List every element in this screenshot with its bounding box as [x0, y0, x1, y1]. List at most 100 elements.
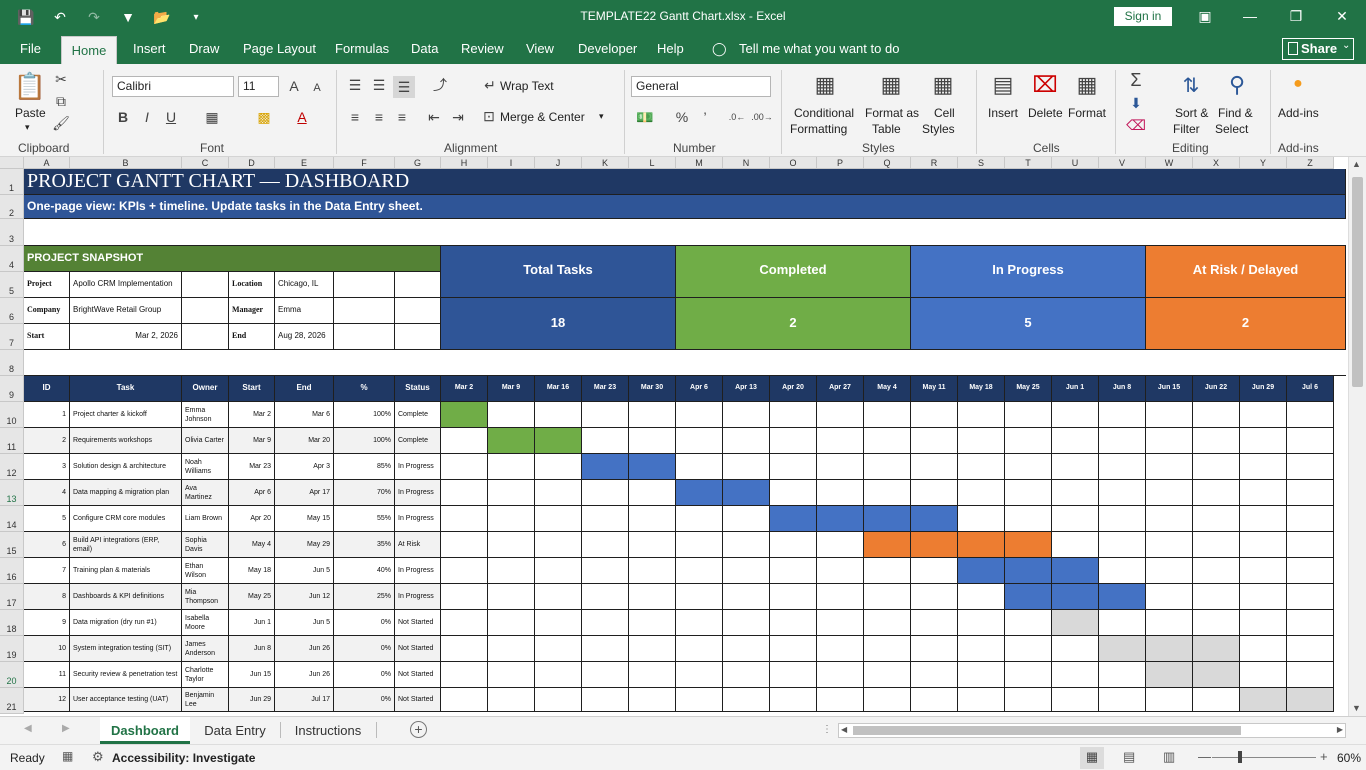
task-end-cell[interactable]: Mar 20 — [275, 428, 334, 454]
zoom-slider-thumb[interactable] — [1238, 751, 1242, 763]
normal-view-icon[interactable]: ▦ — [1080, 747, 1104, 769]
task-task-cell[interactable]: Training plan & materials — [70, 558, 182, 584]
task-start-cell[interactable]: Apr 6 — [229, 480, 275, 506]
gantt-bar-cell[interactable] — [1005, 532, 1052, 558]
paste-dropdown-icon[interactable]: ▾ — [25, 122, 30, 133]
delete-cells-icon[interactable]: ⌧ — [1030, 70, 1060, 100]
week-header-cell[interactable]: Apr 13 — [723, 376, 770, 402]
gantt-bar-cell[interactable] — [723, 480, 770, 506]
align-right-icon[interactable]: ≡ — [393, 108, 411, 126]
gantt-cell[interactable] — [770, 428, 817, 454]
gantt-cell[interactable] — [629, 532, 676, 558]
gantt-bar-cell[interactable] — [1052, 584, 1099, 610]
gantt-cell[interactable] — [1146, 584, 1193, 610]
task-owner-cell[interactable]: Ava Martinez — [182, 480, 229, 506]
gantt-bar-cell[interactable] — [1005, 558, 1052, 584]
gantt-cell[interactable] — [535, 688, 582, 712]
gantt-cell[interactable] — [629, 688, 676, 712]
table-header-cell[interactable]: Task — [70, 376, 182, 402]
gantt-cell[interactable] — [535, 532, 582, 558]
week-header-cell[interactable]: May 25 — [1005, 376, 1052, 402]
copy-icon[interactable]: ⧉ — [52, 92, 70, 110]
gantt-cell[interactable] — [958, 454, 1005, 480]
kpi-value[interactable]: 2 — [676, 298, 911, 350]
location-value[interactable]: Chicago, IL — [275, 272, 334, 298]
gantt-cell[interactable] — [864, 662, 911, 688]
tab-home[interactable]: Home — [61, 36, 117, 64]
percent-button[interactable]: % — [674, 108, 690, 126]
tab-split-handle-icon[interactable]: ⋮ — [822, 724, 832, 735]
week-header-cell[interactable]: Mar 2 — [441, 376, 488, 402]
gantt-bar-cell[interactable] — [629, 454, 676, 480]
gantt-cell[interactable] — [582, 402, 629, 428]
task-status-cell[interactable]: In Progress — [395, 506, 441, 532]
gantt-cell[interactable] — [441, 662, 488, 688]
gantt-cell[interactable] — [582, 662, 629, 688]
column-header[interactable]: Q — [864, 157, 911, 169]
format-cells-icon[interactable]: ▦ — [1072, 70, 1102, 100]
task-end-cell[interactable]: May 15 — [275, 506, 334, 532]
gantt-cell[interactable] — [770, 688, 817, 712]
empty-cell[interactable] — [334, 324, 395, 350]
paste-label[interactable]: Paste — [15, 106, 46, 120]
week-header-cell[interactable]: Mar 30 — [629, 376, 676, 402]
decrease-decimal-icon[interactable]: .00→ — [751, 108, 773, 126]
task-start-cell[interactable]: Mar 9 — [229, 428, 275, 454]
gantt-cell[interactable] — [770, 454, 817, 480]
orientation-icon[interactable]: ⤴ — [426, 76, 454, 94]
worksheet-grid[interactable]: ABCDEFGHIJKLMNOPQRSTUVWXYZ 1 2 3 4 5 6 7 8 9 10 11… — [0, 157, 1348, 716]
task-task-cell[interactable]: Configure CRM core modules — [70, 506, 182, 532]
gantt-cell[interactable] — [488, 480, 535, 506]
fill-color-icon[interactable]: ▩ — [252, 108, 276, 126]
gantt-cell[interactable] — [441, 688, 488, 712]
gantt-cell[interactable] — [1005, 480, 1052, 506]
page-break-view-icon[interactable]: ▥ — [1163, 749, 1175, 765]
task-end-cell[interactable]: Jun 12 — [275, 584, 334, 610]
gantt-cell[interactable] — [1146, 532, 1193, 558]
tab-help[interactable]: Help — [657, 41, 684, 56]
task-task-cell[interactable]: Data mapping & migration plan — [70, 480, 182, 506]
gantt-bar-cell[interactable] — [958, 532, 1005, 558]
gantt-cell[interactable] — [1146, 402, 1193, 428]
task-status-cell[interactable]: Complete — [395, 428, 441, 454]
gantt-cell[interactable] — [1193, 480, 1240, 506]
start-value[interactable]: Mar 2, 2026 — [70, 324, 182, 350]
gantt-cell[interactable] — [676, 584, 723, 610]
gantt-cell[interactable] — [1287, 610, 1334, 636]
task-owner-cell[interactable]: James Anderson — [182, 636, 229, 662]
bold-button[interactable]: B — [115, 108, 131, 126]
task-owner-cell[interactable]: Olivia Carter — [182, 428, 229, 454]
delete-cells-label[interactable]: Delete — [1028, 106, 1063, 120]
gantt-cell[interactable] — [1099, 506, 1146, 532]
column-header[interactable]: P — [817, 157, 864, 169]
empty-cell[interactable] — [334, 272, 395, 298]
scroll-tabs-left-icon[interactable]: ◀ — [24, 723, 32, 734]
row-header[interactable]: 16 — [0, 558, 24, 584]
gantt-cell[interactable] — [770, 610, 817, 636]
kpi-value[interactable]: 18 — [441, 298, 676, 350]
gantt-cell[interactable] — [770, 662, 817, 688]
format-cells-label[interactable]: Format — [1068, 106, 1106, 120]
column-header[interactable]: K — [582, 157, 629, 169]
tab-insert[interactable]: Insert — [133, 41, 166, 56]
gantt-cell[interactable] — [911, 454, 958, 480]
gantt-cell[interactable] — [911, 688, 958, 712]
increase-indent-icon[interactable]: ⇥ — [449, 108, 467, 126]
gantt-cell[interactable] — [1287, 532, 1334, 558]
accounting-format-icon[interactable]: 💵 — [633, 108, 657, 126]
location-label[interactable]: Location — [229, 272, 275, 298]
scroll-tabs-right-icon[interactable]: ▶ — [62, 723, 70, 734]
kpi-value[interactable]: 2 — [1146, 298, 1346, 350]
empty-cell[interactable] — [334, 298, 395, 324]
manager-value[interactable]: Emma Johnson — [275, 298, 334, 324]
row-header[interactable]: 12 — [0, 454, 24, 480]
column-header[interactable]: U — [1052, 157, 1099, 169]
dashboard-title[interactable]: PROJECT GANTT CHART — DASHBOARD — [24, 169, 1346, 195]
row-header[interactable]: 4 — [0, 246, 24, 272]
gantt-cell[interactable] — [1240, 636, 1287, 662]
tab-formulas[interactable]: Formulas — [335, 41, 389, 56]
gantt-cell[interactable] — [1287, 480, 1334, 506]
column-header[interactable]: O — [770, 157, 817, 169]
start-label[interactable]: Start — [24, 324, 70, 350]
increase-font-icon[interactable]: A — [286, 78, 302, 94]
